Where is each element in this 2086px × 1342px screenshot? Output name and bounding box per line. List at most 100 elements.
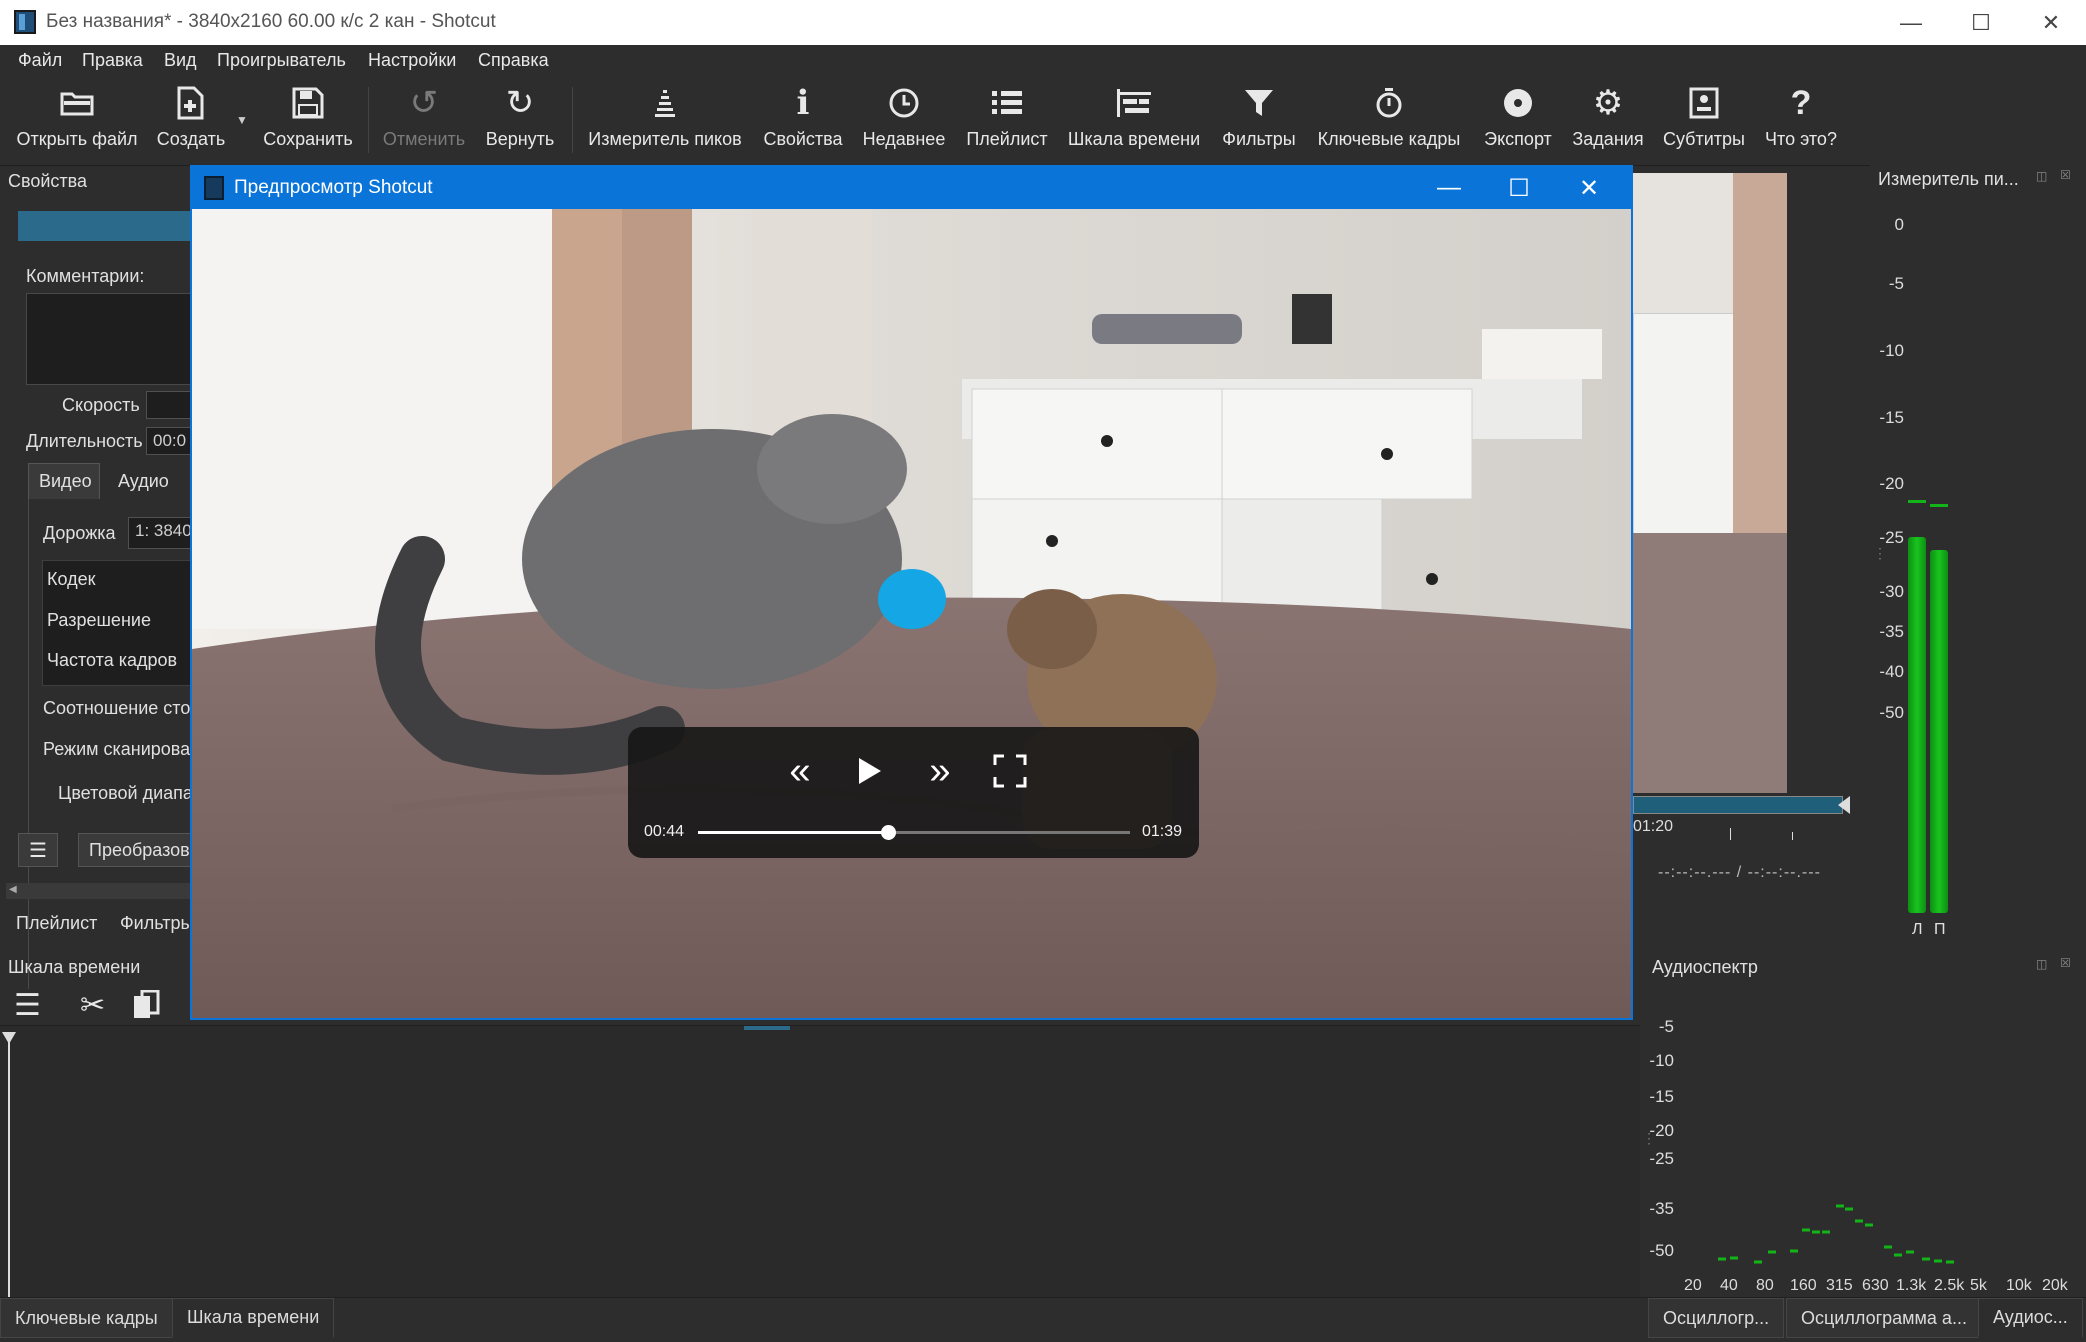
minimize-button[interactable]: — [1876,0,1946,45]
preview-close-button[interactable]: ✕ [1554,167,1624,209]
player-timecode: --:--:--.--- / --:--:--.--- [1658,864,1821,881]
stopwatch-icon [1374,81,1404,125]
resize-handle[interactable]: ⋮ [1873,545,1887,562]
info-icon: i [796,83,810,123]
save-icon [292,81,324,125]
close-button[interactable]: ✕ [2016,0,2086,45]
maximize-button[interactable]: ☐ [1946,0,2016,45]
codec-label: Кодек [47,569,96,589]
keyframes-button[interactable]: Ключевые кадры [1314,75,1464,165]
menu-file[interactable]: Файл [18,50,62,71]
properties-menu-button[interactable]: ☰ [18,833,58,867]
duration-input[interactable]: 00:0 [146,427,196,455]
gear-icon: ⚙ [1592,84,1624,122]
tab-filters[interactable]: Фильтры [120,913,193,934]
fast-forward-icon[interactable]: » [918,749,962,793]
audio-spectrum-panel: Аудиоспектр ◫ ☒ ⋮ -5 -10 -15 -20 -25 -35 -50 2… [1640,955,2086,1297]
menu-settings[interactable]: Настройки [368,50,456,71]
disc-icon [1502,81,1534,125]
scroll-left-icon[interactable]: ◀ [9,884,17,895]
timeline-tracks-area[interactable] [0,1025,1640,1298]
open-file-button[interactable]: Открыть файл [14,75,140,165]
copy-icon[interactable] [132,989,160,1025]
clock-icon [888,81,920,125]
recent-button[interactable]: Недавнее [858,75,950,165]
subtitles-button[interactable]: Субтитры [1658,75,1750,165]
redo-button[interactable]: ↻ Вернуть [480,75,560,165]
properties-scrollbar[interactable]: ◀ [6,883,196,899]
menu-help[interactable]: Справка [478,50,549,71]
fullscreen-button[interactable] [988,749,1032,793]
timeline-button[interactable]: Шкала времени [1064,75,1204,165]
preview-minimize-button[interactable]: — [1414,167,1484,209]
close-panel-icon[interactable]: ☒ [2060,168,2071,182]
preview-maximize-button[interactable]: ☐ [1484,167,1554,209]
comments-textarea[interactable] [26,293,198,385]
jobs-button[interactable]: ⚙ Задания [1570,75,1646,165]
preview-window: Предпросмотр Shotcut — ☐ ✕ « » 00:44 01:… [190,165,1633,1020]
play-button[interactable] [848,749,892,793]
comments-label: Комментарии: [26,266,145,286]
peak-meter-icon [651,81,679,125]
seek-handle[interactable] [881,825,897,840]
tab-audio-spectrum[interactable]: Аудиос... [1978,1298,2083,1338]
menu-edit[interactable]: Правка [82,50,143,71]
timeline-menu-icon[interactable]: ☰ [14,988,41,1023]
timeline-icon [1117,81,1151,125]
question-icon: ? [1790,83,1812,122]
float-panel-icon[interactable]: ◫ [2036,169,2047,183]
undo-button[interactable]: ↺ Отменить [378,75,470,165]
tab-audio-waveform[interactable]: Осциллограмма а... [1786,1298,1982,1338]
aspect-ratio-label: Соотношение сто [43,698,191,718]
convert-button[interactable]: Преобразов [78,833,198,867]
redo-icon: ↻ [505,84,535,122]
rewind-icon[interactable]: « [778,749,822,793]
timeline-panel-title: Шкала времени [8,957,141,977]
clip-name-bar [18,211,198,241]
spectrum-peaks [1718,1204,1954,1264]
tab-playlist[interactable]: Плейлист [16,913,97,934]
meter-peak-marker [1930,503,1948,507]
meter-scale-label: -20 [1879,474,1904,493]
properties-button[interactable]: i Свойства [760,75,846,165]
playlist-button[interactable]: Плейлист [962,75,1052,165]
properties-panel-title: Свойства [8,171,88,191]
peak-meter-title: Измеритель пи... [1878,169,2019,189]
track-label: Дорожка [43,523,116,543]
tab-waveform[interactable]: Осциллогр... [1648,1298,1785,1338]
export-button[interactable]: Экспорт [1476,75,1560,165]
new-button[interactable]: Создать [150,75,232,165]
player-in-point-marker[interactable] [1838,796,1850,814]
current-time: 00:44 [644,823,685,840]
meter-scale-label: -40 [1879,662,1904,681]
meter-scale-label: 0 [1894,215,1904,234]
meter-level-bar [1908,536,1926,913]
cut-icon[interactable]: ✂ [80,988,105,1023]
tab-keyframes[interactable]: Ключевые кадры [0,1298,173,1338]
menu-view[interactable]: Вид [164,50,197,71]
speed-label: Скорость [62,395,140,415]
track-select[interactable]: 1: 3840 [128,517,198,549]
seek-bar[interactable] [698,825,1130,840]
tab-timeline[interactable]: Шкала времени [172,1298,335,1338]
peak-meter-button[interactable]: Измеритель пиков [582,75,748,165]
filters-button[interactable]: Фильтры [1216,75,1302,165]
speed-input[interactable] [146,391,196,419]
save-button[interactable]: Сохранить [258,75,358,165]
new-dropdown-chevron-icon[interactable]: ▼ [236,113,248,127]
toolbar-separator [572,87,573,153]
folder-open-icon [60,81,94,125]
meter-level-bar [1930,550,1948,913]
fullscreen-icon [993,754,1027,788]
timeline-clip-hint [744,1026,790,1030]
menu-player[interactable]: Проигрыватель [217,50,346,71]
new-file-icon [176,81,206,125]
meter-scale-label: -35 [1879,622,1904,641]
tab-audio[interactable]: Аудио [118,471,169,492]
main-toolbar: Открыть файл Создать ▼ Сохранить ↺ Отмен… [0,75,2086,166]
whats-this-button[interactable]: ? Что это? [1762,75,1840,165]
video-frame[interactable] [192,209,1631,1018]
player-scrub-bar[interactable] [1633,796,1843,814]
total-time: 01:39 [1142,823,1183,840]
tab-video[interactable]: Видео [28,463,100,499]
